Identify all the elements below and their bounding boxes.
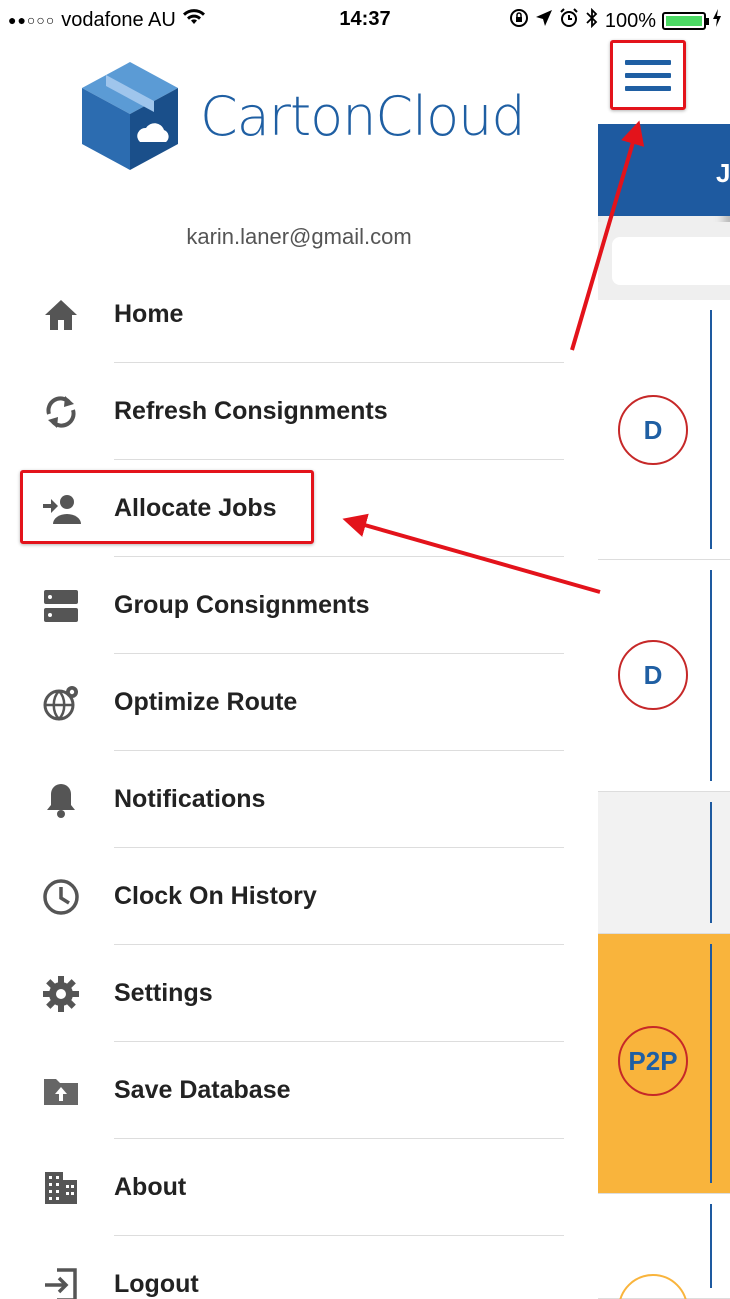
menu-label: Notifications xyxy=(114,785,266,813)
job-card[interactable]: D xyxy=(598,300,730,560)
bell-icon xyxy=(40,779,82,821)
user-email: karin.laner@gmail.com xyxy=(186,224,412,249)
card-divider xyxy=(710,310,712,549)
menu-item-settings[interactable]: Settings xyxy=(0,945,598,1042)
group-icon xyxy=(40,585,82,627)
app-header: J xyxy=(598,124,730,216)
refresh-icon xyxy=(40,391,82,433)
menu-item-refresh-consignments[interactable]: Refresh Consignments xyxy=(0,363,598,460)
battery-icon xyxy=(662,12,709,30)
annotation-highlight-box xyxy=(20,470,314,544)
menu-label: Optimize Route xyxy=(114,688,298,716)
menu-label: Logout xyxy=(114,1270,199,1298)
card-divider xyxy=(710,802,712,923)
job-type-badge: P2P xyxy=(618,1026,688,1096)
card-divider xyxy=(710,570,712,781)
job-card[interactable]: D xyxy=(598,560,730,792)
menu-item-notifications[interactable]: Notifications xyxy=(0,751,598,848)
menu-label: Clock On History xyxy=(114,882,317,910)
menu-item-group-consignments[interactable]: Group Consignments xyxy=(0,557,598,654)
job-card-highlighted[interactable]: P2P xyxy=(598,934,730,1194)
header-title-fragment: J xyxy=(716,158,730,188)
menu-item-about[interactable]: About xyxy=(0,1139,598,1236)
job-type-badge: D xyxy=(618,395,688,465)
hamburger-line xyxy=(625,59,671,65)
menu-label: Group Consignments xyxy=(114,591,370,619)
nav-drawer: CartonCloud karin.laner@gmail.com Home R… xyxy=(0,38,598,1299)
job-card[interactable] xyxy=(598,792,730,934)
menu-item-logout[interactable]: Logout xyxy=(0,1236,598,1299)
hamburger-line xyxy=(625,85,671,91)
drawer-menu: Home Refresh Consignments Allocate Jobs … xyxy=(0,266,598,1299)
globe-location-icon xyxy=(40,682,82,724)
search-strip xyxy=(598,222,730,300)
menu-item-optimize-route[interactable]: Optimize Route xyxy=(0,654,598,751)
folder-upload-icon xyxy=(40,1070,82,1112)
logo-text: CartonCloud xyxy=(200,84,526,148)
battery-percent: 100% xyxy=(604,9,656,32)
card-divider xyxy=(710,944,712,1183)
search-input[interactable] xyxy=(612,237,730,285)
logo: CartonCloud xyxy=(80,60,526,172)
orientation-lock-icon xyxy=(509,8,529,34)
menu-label: Settings xyxy=(114,979,213,1007)
clock-icon xyxy=(40,876,82,918)
home-icon xyxy=(40,294,82,336)
menu-button[interactable] xyxy=(610,40,686,110)
job-type-badge: PU xyxy=(618,1274,688,1299)
menu-label: Save Database xyxy=(114,1076,291,1104)
menu-item-clock-on-history[interactable]: Clock On History xyxy=(0,848,598,945)
building-icon xyxy=(40,1167,82,1209)
menu-item-save-database[interactable]: Save Database xyxy=(0,1042,598,1139)
charging-icon xyxy=(712,9,722,33)
carton-box-icon xyxy=(82,62,178,170)
menu-item-home[interactable]: Home xyxy=(0,266,598,363)
gear-icon xyxy=(40,973,82,1015)
hamburger-line xyxy=(625,72,671,78)
card-divider xyxy=(710,1204,712,1288)
status-bar: ●●○○○ vodafone AU 14:37 100% xyxy=(0,0,730,38)
job-card[interactable]: PU xyxy=(598,1194,730,1299)
bluetooth-icon xyxy=(585,7,599,34)
location-icon xyxy=(535,9,553,33)
status-right: 100% xyxy=(509,7,722,34)
job-type-badge: D xyxy=(618,640,688,710)
menu-label: About xyxy=(114,1173,187,1201)
alarm-icon xyxy=(559,8,579,34)
logout-icon xyxy=(40,1264,82,1299)
menu-label: Refresh Consignments xyxy=(114,397,388,425)
menu-label: Home xyxy=(114,300,184,328)
